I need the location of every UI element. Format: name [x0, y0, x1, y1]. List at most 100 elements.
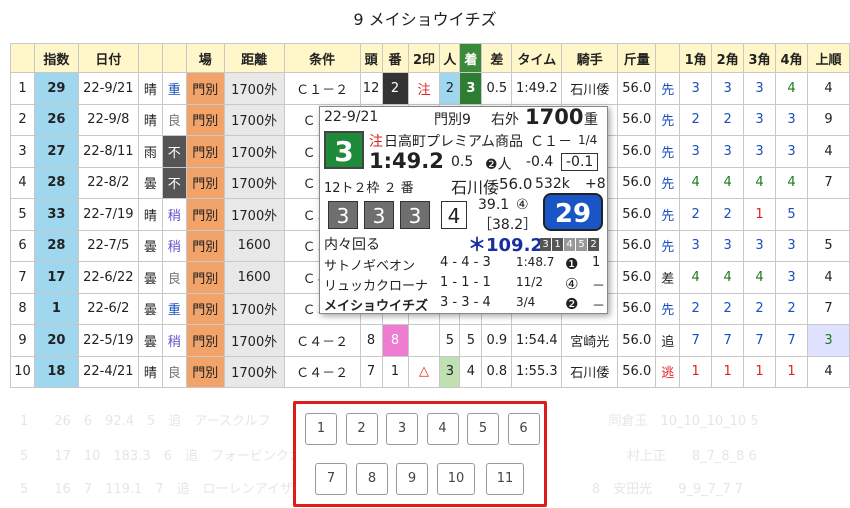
cell-no: 1 [10, 72, 35, 105]
cell-up: 3 [806, 324, 850, 357]
cell-date: 22-6/2 [77, 292, 139, 325]
cell-c2: 3 [711, 72, 745, 105]
cell-idx: 29 [33, 72, 79, 105]
table-row[interactable]: 9 20 22-5/19 曇稍門別 1700外 Ｃ４－２ 8 8 5 5 0.9 1:54.4 宮崎光 5… [10, 324, 850, 357]
popup-jockey: 石川倭 [451, 178, 500, 197]
race-button-10[interactable]: 10 [437, 463, 475, 495]
cell-mark: △ [407, 355, 441, 388]
popup-result-time: 1:48.7 [516, 255, 555, 269]
cell-venue: 門別 [185, 324, 225, 357]
cell-dist: 1700外 [223, 135, 285, 168]
cell-cond: 不 [161, 135, 187, 168]
column-header: 着 [459, 43, 483, 73]
cell-c3: 2 [743, 292, 776, 325]
cell-dist: 1700外 [223, 198, 285, 231]
cell-c1: 3 [679, 72, 713, 105]
cell-c3: 3 [743, 72, 776, 105]
column-header [137, 43, 163, 73]
column-header: 3角 [743, 43, 776, 73]
race-button-7[interactable]: 7 [315, 463, 347, 495]
race-button-9[interactable]: 9 [396, 463, 428, 495]
popup-result-pos: 3 - 3 - 4 [440, 295, 491, 310]
table-row[interactable]: 10 18 22-4/21 晴良門別 1700外 Ｃ４－２ 7 1 △ 3 4 0.8 1:55.3 石川… [10, 355, 850, 388]
popup-date: 22-9/21 [324, 109, 379, 125]
column-header: 人 [439, 43, 461, 73]
cell-no: 8 [10, 292, 35, 325]
popup-corner4: 4 [441, 201, 467, 229]
cell-idx: 28 [33, 166, 79, 199]
cell-dist: 1700外 [223, 292, 285, 325]
column-header: 上順 [806, 43, 850, 73]
popup-mark: 注 [369, 134, 383, 150]
cell-dist: 1700外 [223, 324, 285, 357]
table-row[interactable]: 1 29 22-9/21 晴重門別 1700外 Ｃ１－２ 12 2 注 2 3 0.5 1:49.2 石川… [10, 72, 850, 105]
cell-gate: 2 [381, 72, 409, 105]
cell-weather: 晴 [137, 355, 163, 388]
cell-up [806, 198, 850, 231]
column-header: タイム [511, 43, 563, 73]
column-header [655, 43, 681, 73]
race-button-4[interactable]: 4 [426, 413, 459, 445]
popup-result-horse: リュッカクローナ [324, 279, 429, 294]
cell-mark: 注 [407, 72, 441, 105]
popup-race-name: 日高町プレミアム商品 [384, 134, 524, 150]
popup-result-rank: ④ [565, 275, 579, 293]
cell-style: 差 [655, 261, 681, 294]
cell-venue: 門別 [185, 292, 225, 325]
race-detail-popup: 22-9/21 門別9 右外 1700 重 3 注 日高町プレミアム商品 Ｃ１－… [319, 105, 608, 314]
popup-result-time: 3/4 [516, 295, 536, 309]
cell-wt: 56.0 [617, 355, 657, 388]
cell-cls: Ｃ１－２ [283, 72, 361, 105]
cell-date: 22-9/8 [77, 103, 139, 136]
popup-venue: 門別9 [434, 112, 471, 128]
popup-result-horse: メイショウイチズ [324, 299, 429, 314]
cell-no: 2 [10, 103, 35, 136]
cell-no: 10 [10, 355, 35, 388]
cell-style: 先 [655, 292, 681, 325]
popup-distance: 1700 [525, 105, 584, 129]
popup-corner3: 3 [400, 201, 430, 229]
cell-weather: 晴 [137, 198, 163, 231]
popup-body-diff: +8 [585, 176, 606, 192]
race-button-11[interactable]: 11 [486, 463, 524, 495]
cell-no: 7 [10, 261, 35, 294]
popup-track-condition: 重 [584, 112, 598, 128]
cell-dist: 1700外 [223, 355, 285, 388]
popup-last3f: 39.1 [478, 197, 510, 213]
cell-c4: 5 [775, 198, 808, 231]
cell-c1: 4 [679, 261, 713, 294]
cell-weather: 曇 [137, 292, 163, 325]
race-button-2[interactable]: 2 [345, 413, 378, 445]
cell-c1: 4 [679, 166, 713, 199]
popup-finish-badge: 3 [324, 131, 364, 169]
cell-dist: 1600 [223, 229, 285, 262]
cell-venue: 門別 [185, 135, 225, 168]
race-button-1[interactable]: 1 [305, 413, 337, 445]
cell-pop: 2 [439, 72, 461, 105]
cell-cls: Ｃ４－２ [283, 324, 361, 357]
cell-c2: 3 [711, 135, 745, 168]
cell-margin: 0.8 [481, 355, 513, 388]
cell-up: 4 [806, 261, 850, 294]
cell-wt: 56.0 [617, 103, 657, 136]
cell-wt: 56.0 [617, 72, 657, 105]
race-button-8[interactable]: 8 [356, 463, 388, 495]
column-header: 騎手 [561, 43, 619, 73]
column-header: 日付 [77, 43, 139, 73]
popup-popularity: ❷人 [485, 157, 512, 173]
cell-c3: 4 [743, 166, 776, 199]
cell-cond: 稍 [161, 229, 187, 262]
race-button-5[interactable]: 5 [467, 413, 499, 445]
cell-time: 1:54.4 [511, 324, 563, 357]
cell-cond: 良 [161, 261, 187, 294]
cell-gate: 8 [381, 324, 409, 357]
cell-c2: 1 [711, 355, 745, 388]
column-header: 番 [381, 43, 409, 73]
popup-result-pos: 4 - 4 - 3 [440, 255, 491, 270]
cell-up: 5 [806, 229, 850, 262]
cell-cls: Ｃ４－２ [283, 355, 361, 388]
race-button-3[interactable]: 3 [386, 413, 418, 445]
cell-weather: 曇 [137, 324, 163, 357]
cell-up: 7 [806, 292, 850, 325]
race-button-6[interactable]: 6 [507, 413, 540, 445]
